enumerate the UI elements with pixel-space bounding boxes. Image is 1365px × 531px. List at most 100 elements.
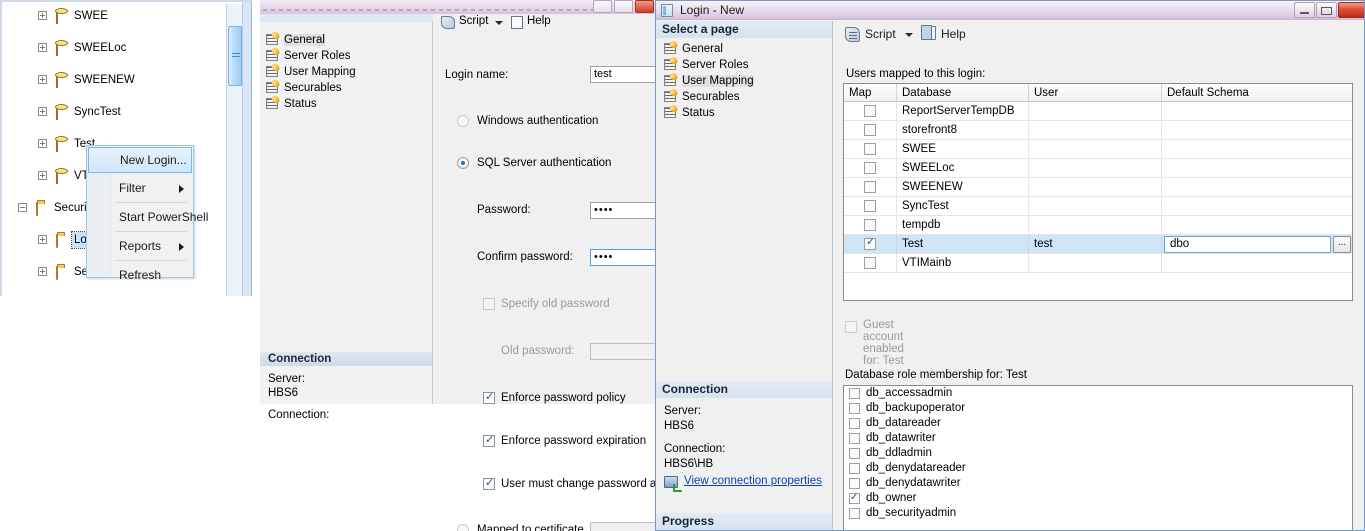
help-label[interactable]: Help — [527, 15, 551, 27]
expander-icon[interactable]: + — [38, 171, 47, 180]
page-item-securables[interactable]: Securables — [266, 80, 426, 96]
context-menu[interactable]: New Login... Filter Start PowerShell Rep… — [86, 145, 208, 282]
role-checkbox[interactable] — [849, 478, 860, 489]
mapped-to-certificate-radio[interactable] — [457, 524, 469, 531]
default-schema-editor[interactable]: dbo — [1164, 236, 1331, 253]
must-change-password-checkbox[interactable] — [483, 476, 495, 490]
list-item[interactable]: db_securityadmin — [844, 506, 1352, 521]
page-item-user-mapping[interactable]: User Mapping — [266, 64, 426, 80]
background-login-dialog[interactable]: General Server Roles User Mapping Secura… — [260, 0, 670, 531]
login-toolbar[interactable]: Script Help — [833, 21, 1364, 48]
background-page-list[interactable]: General Server Roles User Mapping Secura… — [266, 32, 426, 112]
menu-item-refresh[interactable]: Refresh — [87, 261, 193, 289]
expander-icon[interactable]: + — [38, 11, 47, 20]
login-page-list[interactable]: General Server Roles User Mapping Secura… — [664, 41, 829, 121]
table-row[interactable]: VTIMainb — [844, 254, 1352, 273]
specify-old-password-checkbox[interactable] — [483, 298, 495, 310]
page-item-status[interactable]: Status — [266, 96, 426, 112]
role-checkbox[interactable] — [849, 418, 860, 429]
chevron-down-icon[interactable] — [495, 21, 503, 25]
page-item-server-roles[interactable]: Server Roles — [266, 48, 426, 64]
role-checkbox[interactable] — [849, 388, 860, 399]
login-new-dialog[interactable]: Login - New Select a page General Server… — [655, 0, 1365, 531]
enforce-password-expiration-checkbox[interactable] — [483, 433, 495, 447]
table-row-selected[interactable]: Test test dbo ... — [844, 235, 1352, 254]
list-item[interactable]: db_denydatawriter — [844, 476, 1352, 491]
page-item-general[interactable]: General — [664, 41, 829, 57]
table-row[interactable]: SWEELoc — [844, 159, 1352, 178]
help-button[interactable]: Help — [941, 27, 966, 41]
expander-icon[interactable]: + — [38, 43, 47, 52]
user-mapping-grid[interactable]: Map Database User Default Schema ReportS… — [843, 83, 1353, 301]
script-button[interactable]: Script — [865, 27, 896, 41]
table-row[interactable]: SWEE — [844, 140, 1352, 159]
menu-item-filter[interactable]: Filter — [87, 174, 193, 202]
collapse-icon[interactable]: − — [18, 203, 27, 212]
background-window-buttons[interactable] — [593, 0, 657, 14]
chevron-down-icon[interactable] — [905, 33, 913, 37]
script-label[interactable]: Script — [459, 15, 488, 27]
list-item[interactable]: db_backupoperator — [844, 401, 1352, 416]
login-dialog-titlebar[interactable]: Login - New — [656, 1, 1364, 20]
table-row[interactable]: SyncTest — [844, 197, 1352, 216]
tree-node-database[interactable]: + SyncTest — [2, 104, 232, 120]
role-checkbox[interactable] — [849, 463, 860, 474]
page-item-general[interactable]: General — [266, 32, 426, 48]
expander-icon[interactable]: + — [38, 75, 47, 84]
maximize-button[interactable] — [614, 0, 633, 13]
scrollbar-thumb[interactable] — [228, 26, 242, 86]
table-row[interactable]: storefront8 — [844, 121, 1352, 140]
expander-icon[interactable]: + — [38, 107, 47, 116]
page-item-server-roles[interactable]: Server Roles — [664, 57, 829, 73]
list-item[interactable]: db_denydatareader — [844, 461, 1352, 476]
guest-account-checkbox[interactable] — [845, 321, 857, 333]
list-item[interactable]: db_ddladmin — [844, 446, 1352, 461]
minimize-button[interactable] — [1294, 2, 1315, 18]
background-dialog-titlebar[interactable] — [260, 0, 660, 14]
cell-database: SyncTest — [897, 197, 1029, 216]
view-connection-properties-link[interactable]: View connection properties — [684, 475, 822, 487]
windows-auth-radio[interactable] — [457, 115, 469, 127]
page-item-securables[interactable]: Securables — [664, 89, 829, 105]
page-item-status[interactable]: Status — [664, 105, 829, 121]
login-window-buttons[interactable] — [1294, 2, 1364, 19]
expander-icon[interactable]: + — [38, 235, 47, 244]
role-checkbox[interactable] — [849, 448, 860, 459]
list-item[interactable]: db_datareader — [844, 416, 1352, 431]
expander-icon[interactable]: + — [38, 139, 47, 148]
page-item-user-mapping[interactable]: User Mapping — [664, 73, 829, 89]
table-row[interactable]: ReportServerTempDB — [844, 102, 1352, 121]
maximize-button[interactable] — [1316, 2, 1337, 18]
background-toolbar[interactable]: Script Help — [433, 14, 660, 32]
list-item[interactable]: db_accessadmin — [844, 386, 1352, 401]
column-header-database[interactable]: Database — [897, 84, 1029, 102]
role-checkbox[interactable] — [849, 403, 860, 414]
view-connection-properties-row[interactable]: View connection properties — [664, 475, 834, 492]
menu-item-new-login[interactable]: New Login... — [88, 147, 192, 173]
sql-auth-radio[interactable] — [457, 157, 469, 169]
tree-node-database[interactable]: + SWEENEW — [2, 72, 232, 88]
column-header-default-schema[interactable]: Default Schema — [1162, 84, 1352, 102]
tree-node-database[interactable]: + SWEELoc — [2, 40, 232, 56]
column-header-map[interactable]: Map — [844, 84, 897, 102]
role-checkbox-checked[interactable] — [849, 490, 860, 505]
tree-node-database[interactable]: + SWEE — [2, 8, 232, 24]
tree-scrollbar[interactable] — [226, 4, 242, 296]
expander-icon[interactable]: + — [38, 267, 47, 276]
enforce-password-policy-checkbox[interactable] — [483, 390, 495, 404]
menu-item-start-powershell[interactable]: Start PowerShell — [87, 203, 208, 231]
table-row[interactable]: SWEENEW — [844, 178, 1352, 197]
list-item[interactable]: db_datawriter — [844, 431, 1352, 446]
list-item[interactable]: db_owner — [844, 490, 1352, 506]
schema-browse-button[interactable]: ... — [1333, 236, 1351, 253]
minimize-button[interactable] — [593, 0, 612, 13]
table-row[interactable]: tempdb — [844, 216, 1352, 235]
role-checkbox[interactable] — [849, 433, 860, 444]
close-button[interactable] — [635, 0, 654, 13]
role-checkbox[interactable] — [849, 508, 860, 519]
close-button[interactable] — [1338, 2, 1364, 18]
database-roles-list[interactable]: db_accessadmin db_backupoperator db_data… — [843, 385, 1353, 530]
column-header-user[interactable]: User — [1029, 84, 1162, 102]
cell-user — [1029, 102, 1162, 121]
menu-item-reports[interactable]: Reports — [87, 232, 193, 260]
